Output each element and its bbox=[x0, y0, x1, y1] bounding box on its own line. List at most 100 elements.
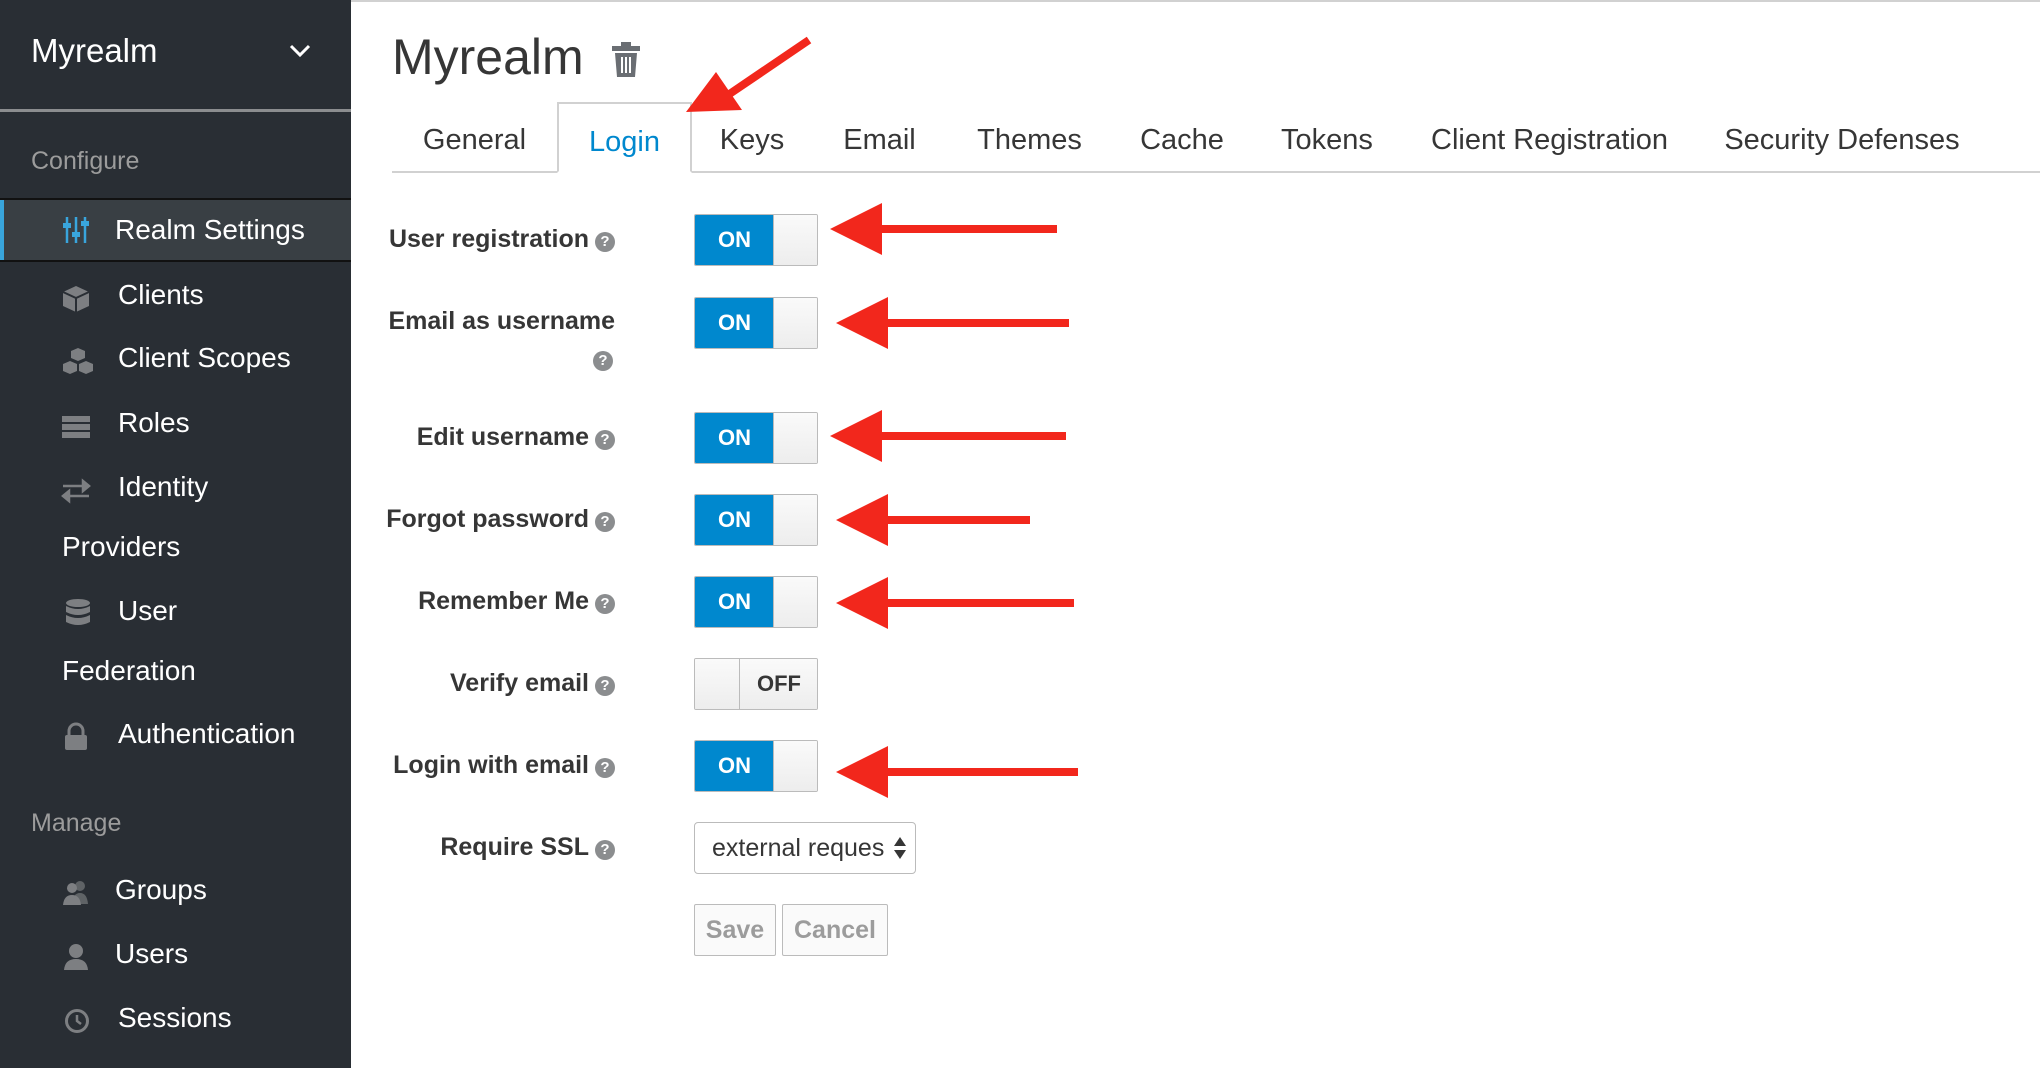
sidebar-item-roles[interactable]: Roles bbox=[0, 392, 351, 456]
tab-themes[interactable]: Themes bbox=[947, 104, 1112, 173]
sidebar-item-groups[interactable]: Groups bbox=[0, 860, 351, 924]
sidebar-item-sessions[interactable]: Sessions bbox=[0, 988, 351, 1052]
trash-icon[interactable] bbox=[611, 42, 641, 78]
switch-state: ON bbox=[695, 413, 774, 463]
sidebar-item-client-scopes[interactable]: Client Scopes bbox=[0, 328, 351, 392]
switch-state: ON bbox=[695, 215, 774, 265]
setting-label: Forgot password? bbox=[386, 505, 615, 534]
sidebar-item-label: Client Scopes bbox=[118, 342, 291, 373]
switch-state: ON bbox=[695, 298, 774, 348]
switch-knob bbox=[773, 495, 817, 545]
help-icon[interactable]: ? bbox=[593, 351, 613, 371]
tab-bar: General Login Keys Email Themes Cache To… bbox=[392, 102, 2040, 173]
sidebar-item-label: Groups bbox=[115, 874, 207, 905]
setting-label: Remember Me? bbox=[418, 587, 615, 616]
switch-state: ON bbox=[695, 495, 774, 545]
switch-knob bbox=[695, 659, 740, 709]
tab-client-registration[interactable]: Client Registration bbox=[1402, 104, 1697, 173]
login-with-email-switch[interactable]: ON bbox=[694, 740, 818, 792]
list-icon bbox=[62, 416, 90, 438]
tab-keys[interactable]: Keys bbox=[692, 104, 812, 173]
setting-label: Edit username? bbox=[417, 423, 615, 452]
exchange-icon bbox=[61, 478, 91, 504]
sidebar-item-label: User bbox=[118, 595, 178, 626]
email-as-username-switch[interactable]: ON bbox=[694, 297, 818, 349]
page-title: Myrealm bbox=[392, 29, 584, 85]
switch-state: ON bbox=[695, 577, 774, 627]
cubes-icon bbox=[63, 348, 93, 374]
switch-state: OFF bbox=[739, 659, 817, 709]
setting-label: Require SSL? bbox=[440, 833, 615, 862]
edit-username-switch[interactable]: ON bbox=[694, 412, 818, 464]
switch-knob bbox=[773, 298, 817, 348]
setting-label: Login with email? bbox=[393, 751, 615, 780]
sidebar-item-label: Identity bbox=[118, 471, 209, 502]
setting-label: Verify email? bbox=[450, 669, 615, 698]
remember-me-switch[interactable]: ON bbox=[694, 576, 818, 628]
cancel-button[interactable]: Cancel bbox=[782, 904, 888, 956]
annotation-arrow bbox=[686, 36, 812, 112]
user-icon bbox=[64, 944, 88, 970]
sidebar: Myrealm Configure Realm Settings Clients bbox=[0, 0, 351, 1068]
help-icon[interactable]: ? bbox=[595, 594, 615, 614]
select-value: external reques bbox=[712, 834, 885, 862]
switch-knob bbox=[773, 215, 817, 265]
tab-email[interactable]: Email bbox=[812, 104, 947, 173]
users-icon bbox=[63, 881, 88, 905]
chevron-down-icon bbox=[289, 44, 311, 58]
annotation-arrow bbox=[836, 297, 1069, 349]
annotation-arrow bbox=[836, 494, 1030, 546]
sidebar-item-label: Clients bbox=[118, 279, 204, 310]
sidebar-item-label: Realm Settings bbox=[115, 214, 305, 245]
configure-heading: Configure bbox=[31, 147, 140, 175]
switch-knob bbox=[773, 413, 817, 463]
clock-icon bbox=[65, 1009, 89, 1033]
sidebar-item-label: Users bbox=[115, 938, 189, 969]
cube-icon bbox=[62, 286, 90, 312]
sidebar-item-user-federation[interactable]: User Federation bbox=[0, 586, 351, 710]
select-arrows-icon bbox=[894, 837, 906, 859]
setting-label: User registration? bbox=[389, 225, 615, 254]
sidebar-item-label-line2: Federation bbox=[62, 655, 196, 686]
sidebar-item-label: Sessions bbox=[118, 1002, 232, 1033]
top-border bbox=[351, 0, 2040, 2]
sliders-icon bbox=[63, 217, 89, 243]
sidebar-item-clients[interactable]: Clients bbox=[0, 264, 351, 328]
database-icon bbox=[66, 599, 90, 625]
switch-state: ON bbox=[695, 741, 774, 791]
realm-name: Myrealm bbox=[31, 32, 158, 69]
tab-tokens[interactable]: Tokens bbox=[1252, 104, 1402, 173]
sidebar-item-label: Authentication bbox=[118, 718, 296, 749]
sidebar-item-identity-providers[interactable]: Identity Providers bbox=[0, 456, 351, 580]
sidebar-item-users[interactable]: Users bbox=[0, 924, 351, 988]
realm-selector[interactable]: Myrealm bbox=[0, 0, 351, 112]
tab-general[interactable]: General bbox=[392, 104, 557, 173]
annotation-arrow bbox=[830, 203, 1057, 255]
help-icon[interactable]: ? bbox=[595, 232, 615, 252]
setting-label: Email as username bbox=[388, 307, 615, 335]
require-ssl-select[interactable]: external reques bbox=[694, 822, 916, 874]
tab-security-defenses[interactable]: Security Defenses bbox=[1697, 104, 1987, 173]
help-icon[interactable]: ? bbox=[595, 676, 615, 696]
manage-heading: Manage bbox=[31, 809, 122, 837]
help-icon[interactable]: ? bbox=[595, 430, 615, 450]
lock-icon bbox=[65, 722, 87, 750]
sidebar-item-realm-settings[interactable]: Realm Settings bbox=[0, 198, 351, 262]
user-registration-switch[interactable]: ON bbox=[694, 214, 818, 266]
switch-knob bbox=[773, 577, 817, 627]
verify-email-switch[interactable]: OFF bbox=[694, 658, 818, 710]
annotation-arrow bbox=[830, 410, 1066, 462]
forgot-password-switch[interactable]: ON bbox=[694, 494, 818, 546]
help-icon[interactable]: ? bbox=[595, 840, 615, 860]
help-icon[interactable]: ? bbox=[595, 758, 615, 778]
tab-cache[interactable]: Cache bbox=[1112, 104, 1252, 173]
sidebar-item-label-line2: Providers bbox=[62, 531, 181, 562]
tab-login[interactable]: Login bbox=[557, 102, 692, 173]
save-button[interactable]: Save bbox=[694, 904, 776, 956]
annotation-arrow bbox=[836, 577, 1074, 629]
switch-knob bbox=[773, 741, 817, 791]
annotation-arrow bbox=[836, 746, 1078, 798]
sidebar-item-authentication[interactable]: Authentication bbox=[0, 704, 351, 768]
sidebar-item-label: Roles bbox=[118, 407, 190, 438]
help-icon[interactable]: ? bbox=[595, 512, 615, 532]
